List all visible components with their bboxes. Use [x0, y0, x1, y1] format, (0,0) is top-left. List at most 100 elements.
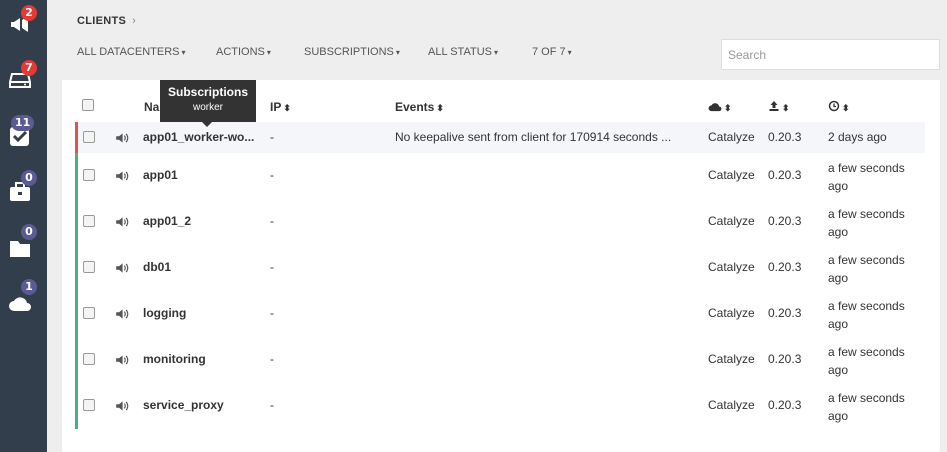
badge: 1: [21, 279, 37, 295]
breadcrumb: CLIENTS ›: [77, 15, 136, 27]
status-indicator: [75, 337, 78, 383]
sidebar-item-stashes[interactable]: 0: [6, 170, 37, 206]
last-seen-line2: ago: [828, 225, 849, 239]
client-name-link[interactable]: app01_2: [143, 214, 191, 228]
client-last-seen: a few seconds ago: [828, 297, 905, 333]
sort-icon: ⬍: [283, 103, 291, 113]
client-last-seen: a few seconds ago: [828, 389, 905, 425]
subscriptions-label: SUBSCRIPTIONS: [304, 46, 394, 58]
client-datacenter: Catalyze: [708, 352, 755, 366]
last-seen-line1: a few seconds: [828, 299, 905, 313]
caret-down-icon: ▾: [395, 48, 400, 57]
cloud-icon: [708, 103, 722, 112]
table-row[interactable]: app01_2 - Catalyze 0.20.3 a few seconds ago: [75, 199, 925, 245]
speaker-icon[interactable]: [115, 262, 129, 274]
client-ip: -: [270, 168, 274, 182]
client-name-link[interactable]: app01: [143, 168, 178, 182]
actions-menu[interactable]: ACTIONS ▾: [216, 46, 271, 58]
client-last-seen: a few seconds ago: [828, 251, 905, 287]
client-ip: -: [270, 352, 274, 366]
sidebar-item-checks[interactable]: 11: [6, 115, 36, 150]
speaker-icon[interactable]: [115, 354, 129, 366]
client-datacenter: Catalyze: [708, 214, 755, 228]
upload-icon: [769, 101, 779, 111]
last-seen-line1: a few seconds: [828, 345, 905, 359]
select-all-checkbox[interactable]: [82, 99, 94, 111]
row-checkbox[interactable]: [83, 215, 95, 227]
column-header-datacenter[interactable]: ⬍: [708, 100, 732, 114]
main-content: CLIENTS › ALL DATACENTERS ▾ ACTIONS ▾ SUBSC…: [47, 0, 947, 452]
client-ip: -: [270, 260, 274, 274]
column-header-events[interactable]: Events ⬍: [395, 100, 444, 114]
row-checkbox[interactable]: [83, 169, 95, 181]
client-datacenter: Catalyze: [708, 260, 755, 274]
table-row[interactable]: monitoring - Catalyze 0.20.3 a few seconds ag…: [75, 337, 925, 383]
client-name-link[interactable]: logging: [143, 306, 186, 320]
client-version: 0.20.3: [768, 398, 802, 412]
client-ip: -: [270, 306, 274, 320]
status-indicator: [75, 245, 78, 291]
speaker-icon[interactable]: [115, 216, 129, 228]
speaker-icon[interactable]: [115, 308, 129, 320]
client-version: 0.20.3: [768, 306, 802, 320]
subscriptions-filter[interactable]: SUBSCRIPTIONS ▾: [304, 46, 400, 58]
sidebar: 2 7 11 0 0 1: [0, 0, 47, 452]
client-last-seen: a few seconds ago: [828, 343, 905, 379]
status-indicator: [75, 383, 78, 429]
row-checkbox[interactable]: [83, 307, 95, 319]
client-last-seen: a few seconds ago: [828, 159, 905, 195]
caret-down-icon: ▾: [493, 48, 498, 57]
last-seen-line1: a few seconds: [828, 253, 905, 267]
badge: 0: [21, 170, 37, 186]
client-name-link[interactable]: service_proxy: [143, 398, 224, 412]
row-checkbox[interactable]: [83, 399, 95, 411]
column-header-ip[interactable]: IP ⬍: [270, 100, 291, 114]
client-ip: -: [270, 214, 274, 228]
table-row[interactable]: logging - Catalyze 0.20.3 a few seconds ago: [75, 291, 925, 337]
client-name-link[interactable]: monitoring: [143, 352, 206, 366]
speaker-icon[interactable]: [115, 132, 129, 144]
table-row[interactable]: app01 - Catalyze 0.20.3 a few seconds ago: [75, 153, 925, 199]
column-header-version[interactable]: ⬍: [768, 100, 790, 114]
last-seen-line1: a few seconds: [828, 207, 905, 221]
client-name-link[interactable]: app01_worker-wo...: [143, 130, 254, 144]
page-title[interactable]: CLIENTS: [77, 15, 126, 27]
search-input[interactable]: [721, 39, 940, 70]
client-last-seen: a few seconds ago: [828, 205, 905, 241]
last-seen-line1: a few seconds: [828, 161, 905, 175]
status-indicator: [75, 199, 78, 245]
last-seen-line2: ago: [828, 363, 849, 377]
client-event[interactable]: No keepalive sent from client for 170914…: [395, 130, 671, 144]
client-datacenter: Catalyze: [708, 306, 755, 320]
sidebar-item-inbox[interactable]: 7: [6, 60, 37, 94]
sidebar-item-datacenters[interactable]: 1: [6, 279, 37, 318]
chevron-right-icon: ›: [132, 15, 137, 27]
last-seen-line2: ago: [828, 179, 849, 193]
row-checkbox[interactable]: [83, 353, 95, 365]
sidebar-item-aggregates[interactable]: 0: [6, 224, 37, 262]
table-row[interactable]: service_proxy - Catalyze 0.20.3 a few second…: [75, 383, 925, 429]
client-ip: -: [270, 129, 274, 144]
status-filter[interactable]: ALL STATUS ▾: [428, 46, 498, 58]
row-checkbox[interactable]: [83, 261, 95, 273]
client-name-link[interactable]: db01: [143, 260, 171, 274]
badge: 11: [11, 115, 35, 131]
actions-label: ACTIONS: [216, 46, 265, 58]
sort-icon: ⬍: [842, 103, 850, 113]
table-row[interactable]: db01 - Catalyze 0.20.3 a few seconds ago: [75, 245, 925, 291]
speaker-icon[interactable]: [115, 170, 129, 182]
tooltip-title: Subscriptions: [167, 85, 248, 99]
speaker-icon[interactable]: [115, 400, 129, 412]
last-seen-line1: a few seconds: [828, 391, 905, 405]
datacenters-filter[interactable]: ALL DATACENTERS ▾: [77, 46, 186, 58]
sidebar-item-events[interactable]: 2: [6, 5, 37, 38]
sort-icon: ⬍: [724, 103, 732, 113]
sort-icon: ⬍: [782, 103, 790, 113]
client-ip: -: [270, 398, 274, 412]
client-version: 0.20.3: [768, 260, 802, 274]
status-indicator: [75, 122, 78, 153]
caret-down-icon: ▾: [266, 48, 271, 57]
pagination-menu[interactable]: 7 OF 7 ▾: [532, 46, 572, 58]
row-checkbox[interactable]: [83, 130, 95, 143]
column-header-last-seen[interactable]: ⬍: [828, 100, 850, 114]
